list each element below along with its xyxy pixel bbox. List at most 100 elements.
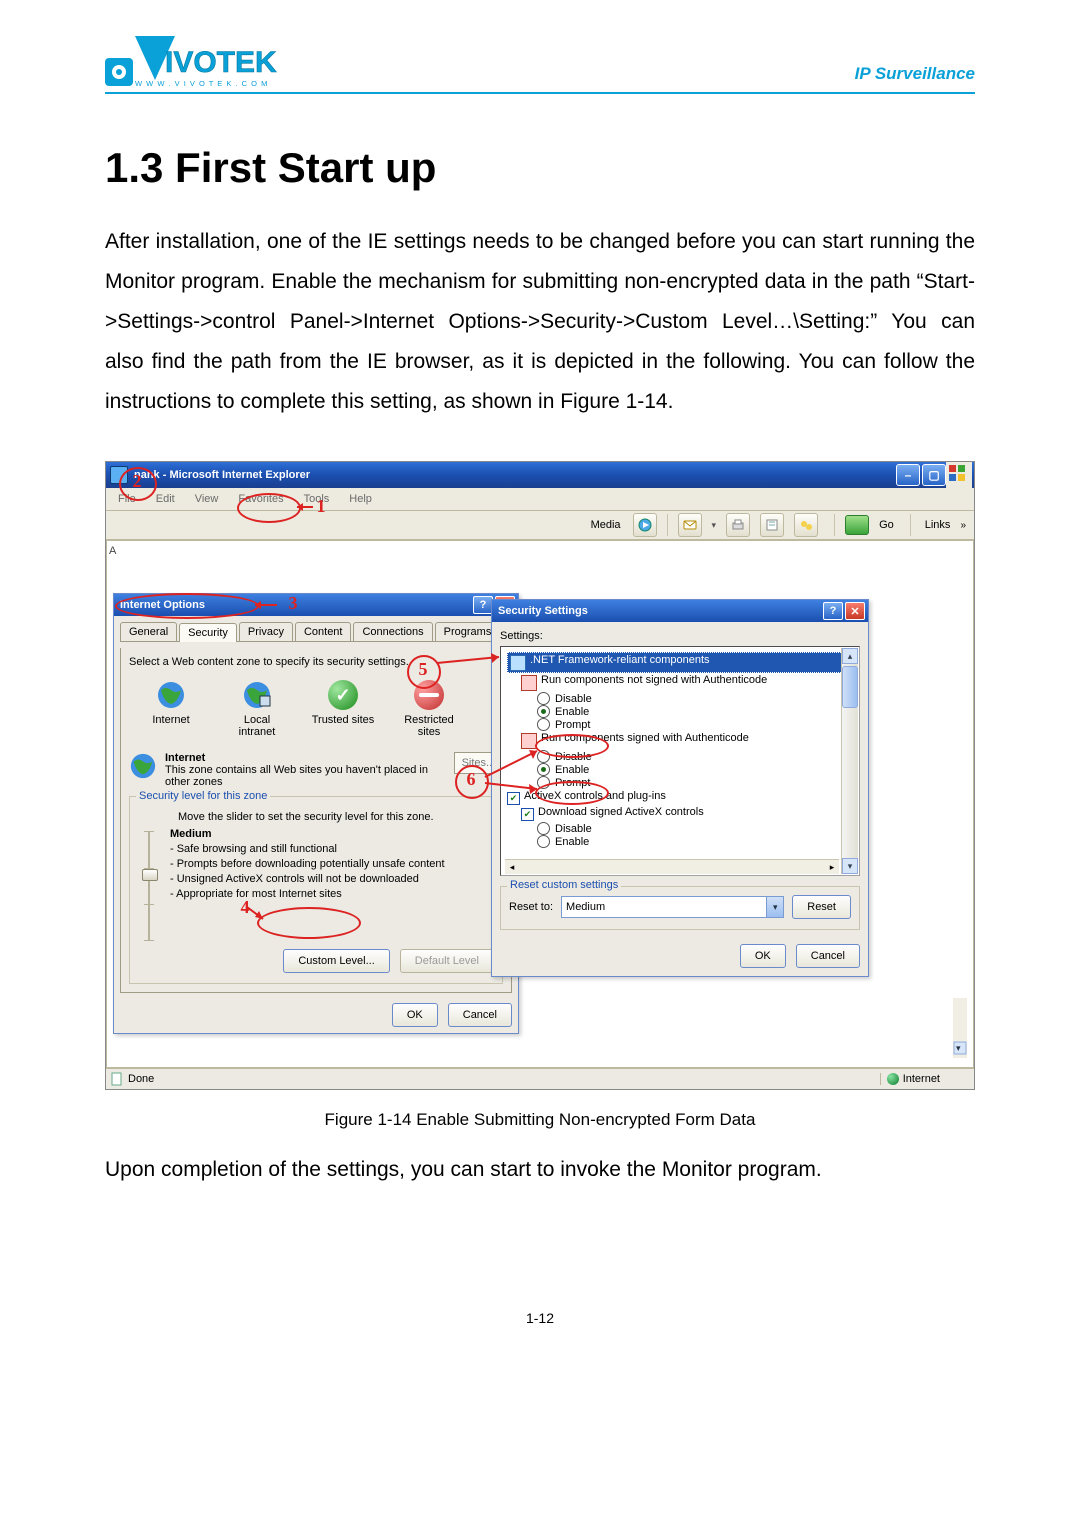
zone-desc-body: This zone contains all Web sites you hav… (165, 764, 438, 788)
radio-run-signed-prompt[interactable]: Prompt (507, 776, 855, 789)
sec-close-button[interactable]: ✕ (845, 602, 865, 620)
group-net-framework[interactable]: .NET Framework-reliant components (507, 652, 855, 673)
chevron-down-icon[interactable]: ▾ (766, 897, 783, 917)
sec-move-text: Move the slider to set the security leve… (178, 811, 494, 823)
tab-privacy[interactable]: Privacy (239, 622, 293, 641)
maximize-button[interactable]: ▢ (922, 464, 946, 486)
status-zone-label: Internet (903, 1073, 940, 1085)
scroll-up-icon[interactable]: ▴ (842, 648, 858, 664)
tab-connections[interactable]: Connections (353, 622, 432, 641)
reset-button[interactable]: Reset (792, 895, 851, 919)
settings-label: Settings: (500, 630, 860, 642)
default-level-button[interactable]: Default Level (400, 949, 494, 973)
zone-restricted-sites[interactable]: Restricted sites (397, 680, 461, 738)
sec-help-button[interactable]: ? (823, 602, 843, 620)
settings-scrollbar[interactable]: ▴ ▾ (841, 648, 858, 874)
check-icon: ✓ (328, 680, 358, 710)
svg-text:IVOTEK: IVOTEK (165, 46, 277, 79)
io-help-button[interactable]: ? (473, 596, 493, 614)
io-ok-button[interactable]: OK (392, 1003, 438, 1027)
zone-trusted-sites[interactable]: ✓ Trusted sites (311, 680, 375, 738)
media-icon[interactable] (633, 513, 657, 537)
checkbox-icon (521, 808, 534, 821)
radio-dl-enable[interactable]: Enable (507, 835, 855, 848)
mail-icon[interactable] (678, 513, 702, 537)
toolbar-separator-2 (834, 514, 835, 536)
radio-run-signed-enable[interactable]: Enable (507, 763, 855, 776)
go-label[interactable]: Go (879, 519, 894, 531)
security-level-legend: Security level for this zone (136, 790, 270, 802)
ie-throbber-icon (946, 462, 972, 488)
radio-run-unsigned-prompt[interactable]: Prompt (507, 718, 855, 731)
status-zone: Internet (880, 1073, 970, 1085)
svg-text:W W W . V I V O T E K . C O M: W W W . V I V O T E K . C O M (135, 79, 268, 88)
settings-list[interactable]: ▴ ▾ .NET Framework-reliant components Ru… (500, 646, 860, 876)
radio-run-signed-disable[interactable]: Disable (507, 750, 855, 763)
zone-trusted-label: Trusted sites (312, 714, 375, 726)
item-run-unsigned[interactable]: Run components not signed with Authentic… (507, 674, 855, 691)
io-cancel-button[interactable]: Cancel (448, 1003, 512, 1027)
menu-edit[interactable]: Edit (148, 491, 183, 507)
zone-local-intranet[interactable]: Local intranet (225, 680, 289, 738)
globe-icon (156, 680, 186, 710)
restricted-icon (414, 680, 444, 710)
group-activex[interactable]: ActiveX controls and plug-ins (507, 790, 855, 805)
links-chevrons-icon[interactable]: » (960, 520, 966, 531)
tab-content[interactable]: Content (295, 622, 352, 641)
mail-dropdown-icon[interactable]: ▾ (712, 520, 717, 531)
security-slider[interactable] (142, 831, 156, 941)
radio-run-unsigned-disable[interactable]: Disable (507, 692, 855, 705)
scroll-thumb[interactable] (842, 666, 858, 708)
go-button[interactable] (845, 515, 869, 535)
sec-point-0: - Safe browsing and still functional (170, 842, 445, 857)
edit-icon[interactable] (760, 513, 784, 537)
menu-view[interactable]: View (187, 491, 227, 507)
zone-internet[interactable]: Internet (139, 680, 203, 738)
globe-icon (129, 752, 157, 780)
toolbar-media-label[interactable]: Media (591, 519, 621, 531)
item-run-unsigned-label: Run components not signed with Authentic… (541, 674, 767, 686)
closing-paragraph: Upon completion of the settings, you can… (105, 1150, 975, 1190)
sec-point-3: - Appropriate for most Internet sites (170, 887, 445, 902)
intro-paragraph: After installation, one of the IE settin… (105, 222, 975, 421)
hscroll-right-icon[interactable]: ▸ (825, 862, 839, 873)
print-icon[interactable] (726, 513, 750, 537)
status-done: Done (128, 1073, 154, 1085)
item-download-signed[interactable]: Download signed ActiveX controls (507, 806, 855, 821)
item-run-signed[interactable]: Run components signed with Authenticode (507, 732, 855, 749)
reset-legend: Reset custom settings (507, 879, 621, 891)
brand-header: IVOTEK W W W . V I V O T E K . C O M IP … (105, 30, 975, 94)
discuss-icon[interactable] (794, 513, 818, 537)
ie-app-icon (110, 466, 128, 484)
hscroll-left-icon[interactable]: ◂ (505, 862, 519, 873)
tab-general[interactable]: General (120, 622, 177, 641)
address-hint: A (109, 545, 116, 557)
security-settings-dialog: Security Settings ? ✕ Settings: ▴ ▾ (491, 599, 869, 977)
sec-point-2: - Unsigned ActiveX controls will not be … (170, 872, 445, 887)
page-number: 1-12 (105, 1310, 975, 1326)
brand-logo: IVOTEK W W W . V I V O T E K . C O M (105, 30, 305, 90)
globe-icon (242, 680, 272, 710)
menu-tools[interactable]: Tools (296, 491, 338, 507)
internet-options-dialog: Internet Options ? ✕ General Security Pr… (113, 593, 519, 1034)
minimize-button[interactable]: – (896, 464, 920, 486)
tab-security[interactable]: Security (179, 623, 237, 642)
address-hint-2: ▾ (953, 998, 967, 1061)
menu-favorites[interactable]: Favorites (230, 491, 291, 507)
radio-run-unsigned-enable[interactable]: Enable (507, 705, 855, 718)
reset-to-label: Reset to: (509, 901, 553, 913)
reset-to-combo[interactable]: Medium ▾ (561, 896, 784, 918)
sec-cancel-button[interactable]: Cancel (796, 944, 860, 968)
menu-help[interactable]: Help (341, 491, 380, 507)
links-label[interactable]: Links (925, 519, 951, 531)
sec-title: Security Settings (498, 605, 588, 617)
scroll-down-icon[interactable]: ▾ (842, 858, 858, 874)
zone-icons-row: Internet Local intranet (129, 674, 503, 744)
ie-toolbar: Media ▾ Go Links » (106, 511, 974, 540)
custom-level-button[interactable]: Custom Level... (283, 949, 389, 973)
menu-file[interactable]: File (110, 491, 144, 507)
component-icon (521, 675, 537, 691)
radio-dl-disable[interactable]: Disable (507, 822, 855, 835)
sec-ok-button[interactable]: OK (740, 944, 786, 968)
group-net-label: .NET Framework-reliant components (530, 654, 710, 666)
